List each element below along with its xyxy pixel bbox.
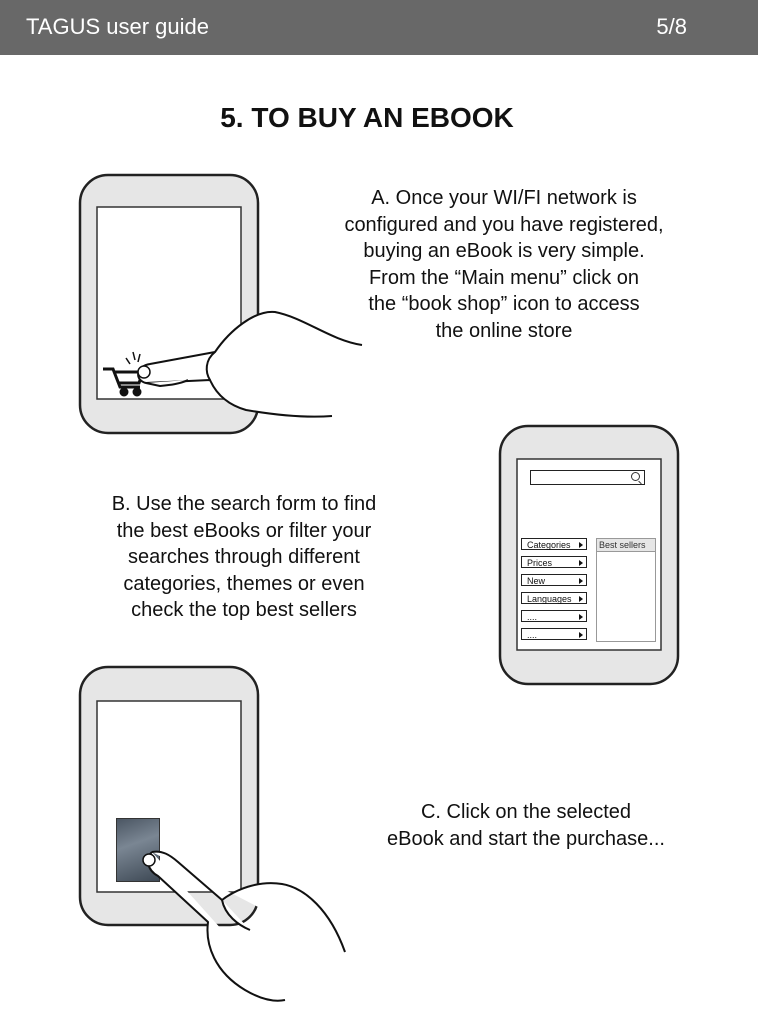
step-c-text: C. Click on the selected eBook and start… [387, 801, 665, 850]
hand-pointer-icon-c [142, 850, 346, 1002]
step-a-text: A. Once your WI/FI network is configured… [344, 187, 664, 342]
step-b-text: B. Use the search form to find the best … [111, 493, 377, 621]
